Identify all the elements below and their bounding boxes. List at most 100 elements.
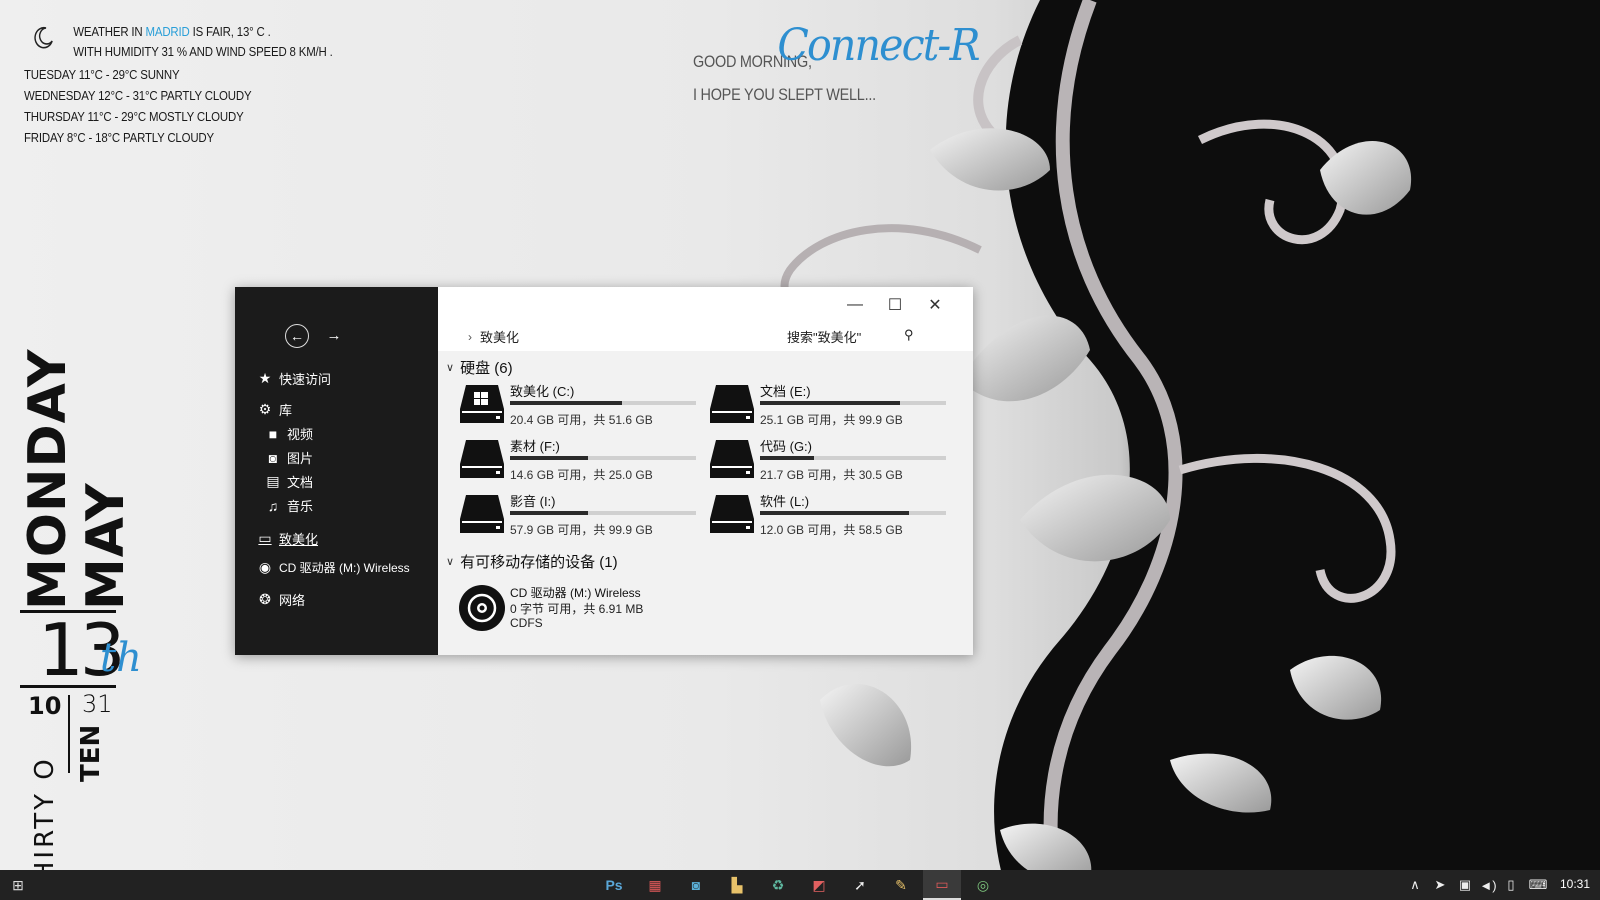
address-bar[interactable]: › 致美化	[468, 327, 519, 346]
drive-item[interactable]: 致美化 (C:) 20.4 GB 可用，共 51.6 GB	[458, 381, 698, 431]
star-icon: ★	[258, 370, 272, 386]
hour-word: TEN	[76, 724, 106, 782]
cast-icon: ◩	[812, 876, 826, 893]
forecast-item: Thursday 11°C - 29°C Mostly Cloudy	[24, 109, 244, 124]
start-button[interactable]: ⊞	[0, 870, 36, 900]
drive-item[interactable]: 素材 (F:) 14.6 GB 可用，共 25.0 GB	[458, 436, 698, 486]
close-button[interactable]: ✕	[920, 293, 950, 317]
drive-icon	[710, 495, 754, 533]
drive-space: 25.1 GB 可用，共 99.9 GB	[760, 413, 903, 427]
drive-space: 14.6 GB 可用，共 25.0 GB	[510, 468, 653, 482]
drive-icon	[460, 495, 504, 533]
nav-quick-access[interactable]: ★ 快速访问	[257, 369, 331, 388]
tray-usb[interactable]: ▯	[1503, 870, 1519, 900]
drive-icon	[710, 440, 754, 478]
taskbar-browser[interactable]: ◎	[964, 870, 1002, 900]
drive-usage-bar	[760, 401, 946, 405]
drive-usage-bar	[510, 456, 696, 460]
drive-usage-bar	[760, 456, 946, 460]
nav-documents[interactable]: ▤ 文档	[265, 472, 313, 491]
taskbar-files[interactable]: ▙	[718, 870, 756, 900]
drive-usage-fill	[760, 511, 909, 515]
taskbar-recycle[interactable]: ♻	[759, 870, 797, 900]
hour: 10	[28, 692, 62, 720]
chevron-down-icon: ∨	[446, 362, 455, 374]
navigation-pane: ← → ★ 快速访问 ⚙ 库 ■ 视频 ◙ 图片 ▤ 文档 ♫ 音乐 ▭ 致美化	[235, 287, 438, 655]
drive-usage-fill	[760, 456, 814, 460]
drive-usage-bar	[510, 511, 696, 515]
taskbar-camera[interactable]: ◙	[677, 870, 715, 900]
forecast-item: Tuesday 11°C - 29°C Sunny	[24, 67, 180, 82]
maximize-icon: ☐	[887, 297, 903, 314]
nav-pictures[interactable]: ◙ 图片	[265, 448, 313, 467]
drive-usage-bar	[510, 401, 696, 405]
weather-forecast: Tuesday 11°C - 29°C Sunny Wednesday 12°C…	[24, 64, 306, 148]
tray-keyboard[interactable]: ⌨	[1525, 870, 1551, 900]
drive-usage-fill	[510, 456, 589, 460]
keyboard-icon: ⌨	[1528, 877, 1548, 892]
drive-item[interactable]: 影音 (I:) 57.9 GB 可用，共 99.9 GB	[458, 491, 698, 541]
minute: 31	[82, 690, 113, 718]
search-input[interactable]: 搜索"致美化"	[787, 327, 861, 346]
taskbar-photoshop[interactable]: Ps	[595, 870, 633, 900]
network-icon: ▣	[1458, 877, 1472, 892]
chevron-up-icon: ∧	[1410, 877, 1420, 892]
taskbar-notes[interactable]: ✎	[882, 870, 920, 900]
date-suffix: th	[100, 635, 142, 681]
breadcrumb[interactable]: 致美化	[480, 327, 519, 346]
drive-name: 素材 (F:)	[510, 439, 560, 454]
chevron-right-icon: ›	[468, 329, 472, 344]
drive-name: 软件 (L:)	[760, 494, 810, 509]
nav-videos[interactable]: ■ 视频	[265, 424, 313, 443]
minimize-button[interactable]: —	[840, 293, 870, 317]
search-icon[interactable]: ⚲	[904, 327, 914, 343]
send-icon: ➤	[1434, 877, 1446, 892]
maximize-button[interactable]: ☐	[880, 293, 910, 317]
tiles-icon: ▦	[648, 876, 662, 893]
weather-city: Madrid	[145, 24, 190, 39]
divider	[20, 685, 116, 688]
taskbar-clock[interactable]: 10:31	[1560, 877, 1590, 891]
gear-icon: ⚙	[258, 401, 272, 417]
cd-drive-item[interactable]: CD 驱动器 (M:) Wireless 0 字节 可用，共 6.91 MB C…	[458, 584, 758, 634]
rocket-icon: ➚	[854, 876, 866, 893]
taskbar-cast[interactable]: ◩	[800, 870, 838, 900]
nav-this-pc[interactable]: ▭ 致美化	[257, 529, 318, 548]
taskbar-this-pc[interactable]: ▭	[923, 870, 961, 900]
drive-usage-fill	[510, 511, 589, 515]
group-header-hdd[interactable]: ∨ 硬盘 (6)	[446, 357, 513, 378]
nav-cd-drive[interactable]: ◉ CD 驱动器 (M:) Wireless	[257, 559, 410, 576]
tray-network[interactable]: ▣	[1455, 870, 1475, 900]
camera-icon: ◙	[268, 449, 278, 466]
monitor-icon: ▭	[935, 875, 949, 892]
drive-name: 影音 (I:)	[510, 494, 556, 509]
monitor-icon: ▭	[258, 530, 272, 546]
pencil-icon: ✎	[895, 876, 907, 893]
photoshop-icon: Ps	[605, 877, 623, 893]
tray-volume[interactable]: ◄)	[1478, 870, 1498, 900]
chrome-icon: ◎	[976, 876, 990, 893]
file-explorer-window: ← → ★ 快速访问 ⚙ 库 ■ 视频 ◙ 图片 ▤ 文档 ♫ 音乐 ▭ 致美化	[235, 287, 973, 655]
taskbar-rocket[interactable]: ➚	[841, 870, 879, 900]
greeting-signature: Connect-R	[777, 20, 980, 71]
drive-item[interactable]: 代码 (G:) 21.7 GB 可用，共 30.5 GB	[708, 436, 948, 486]
windows-icon: ⊞	[12, 876, 24, 893]
document-icon: ▤	[266, 473, 280, 489]
content-pane: — ☐ ✕ › 致美化 搜索"致美化" ⚲ ∨ 硬盘 (6) 致美化 (C:)	[438, 287, 973, 655]
drive-item[interactable]: 文档 (E:) 25.1 GB 可用，共 99.9 GB	[708, 381, 948, 431]
drive-item[interactable]: 软件 (L:) 12.0 GB 可用，共 58.5 GB	[708, 491, 948, 541]
close-icon: ✕	[928, 297, 942, 314]
tray-overflow-button[interactable]: ∧	[1405, 870, 1425, 900]
forecast-item: Wednesday 12°C - 31°C Partly Cloudy	[24, 88, 252, 103]
nav-library[interactable]: ⚙ 库	[257, 400, 292, 419]
nav-music[interactable]: ♫ 音乐	[265, 496, 313, 515]
taskbar-app-tiles[interactable]: ▦	[636, 870, 674, 900]
divider	[68, 695, 70, 773]
nav-network[interactable]: ❂ 网络	[257, 590, 305, 609]
forward-button[interactable]: →	[323, 324, 345, 346]
back-button[interactable]: ←	[285, 324, 309, 348]
drive-usage-fill	[510, 401, 622, 405]
group-header-removable[interactable]: ∨ 有可移动存储的设备 (1)	[446, 551, 618, 572]
tray-send[interactable]: ➤	[1430, 870, 1450, 900]
drive-space: 12.0 GB 可用，共 58.5 GB	[760, 523, 903, 537]
